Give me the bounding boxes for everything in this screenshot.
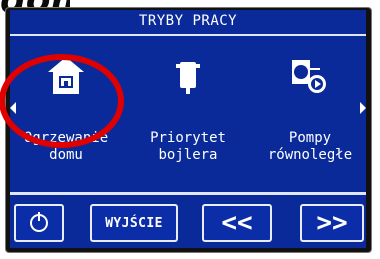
button-row: WYJŚCIE << >>	[10, 198, 366, 248]
next-button[interactable]: >>	[300, 204, 364, 242]
mode-heating-label: Ogrzewanie domu	[23, 130, 109, 163]
power-button[interactable]	[14, 204, 64, 242]
scroll-right-icon[interactable]	[360, 102, 366, 114]
mode-parallel-pumps[interactable]: Pompy równoległe	[254, 44, 366, 184]
boiler-icon	[176, 62, 200, 94]
previous-arrow-icon: <<	[221, 208, 253, 238]
mode-heating-house[interactable]: Ogrzewanie domu	[10, 44, 122, 184]
pumps-icon	[292, 60, 326, 93]
button-row-divider	[10, 192, 366, 195]
mode-boiler-label: Priorytet bojlera	[150, 130, 226, 163]
exit-button[interactable]: WYJŚCIE	[90, 204, 178, 242]
device-screen: TRYBY PRACY Ogrzewanie domu Priorytet bo…	[10, 10, 366, 248]
previous-button[interactable]: <<	[202, 204, 272, 242]
screen-header: TRYBY PRACY	[10, 10, 366, 36]
screen-title: TRYBY PRACY	[138, 13, 238, 29]
house-icon	[48, 57, 84, 94]
power-icon	[30, 212, 48, 232]
scroll-left-icon[interactable]	[10, 102, 16, 114]
exit-button-label: WYJŚCIE	[105, 215, 163, 231]
mode-boiler-priority[interactable]: Priorytet bojlera	[132, 44, 244, 184]
mode-selection-row: Ogrzewanie domu Priorytet bojlera Pompy …	[10, 36, 366, 186]
mode-pumps-label: Pompy równoległe	[267, 130, 353, 163]
next-arrow-icon: >>	[316, 208, 348, 238]
